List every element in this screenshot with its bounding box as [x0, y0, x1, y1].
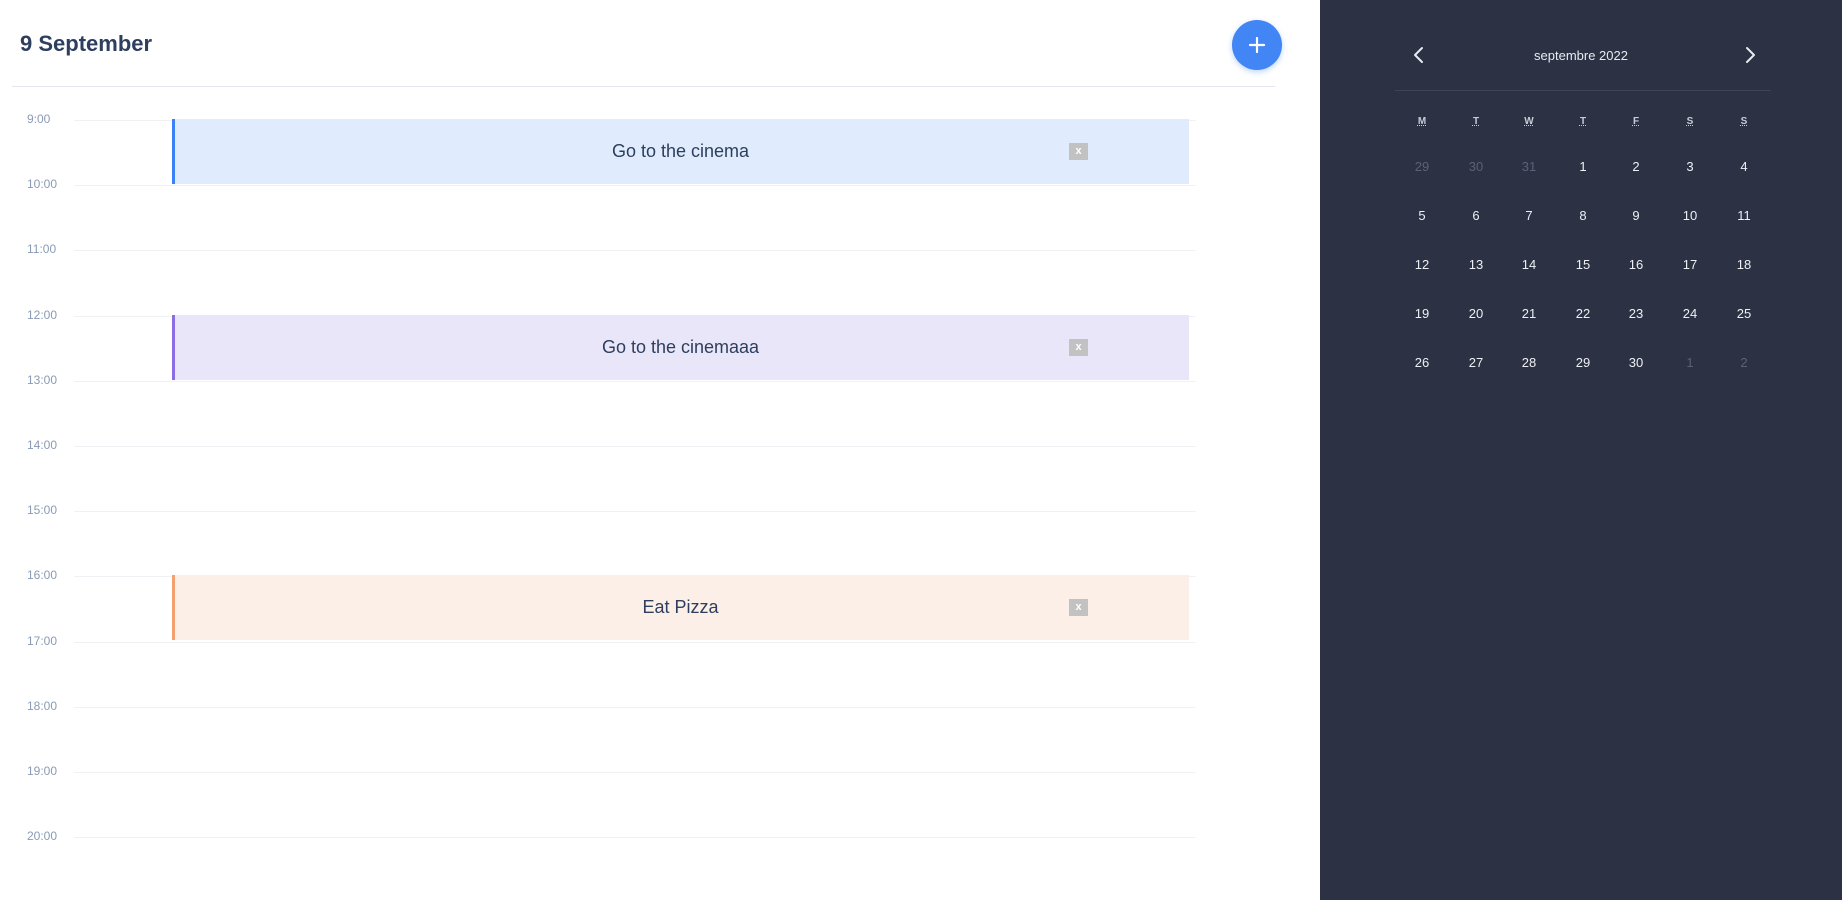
calendar-day[interactable]: 21: [1509, 299, 1549, 329]
calendar-day[interactable]: 28: [1509, 348, 1549, 378]
calendar-day-outside-month[interactable]: 2: [1724, 348, 1764, 378]
calendar-day[interactable]: 4: [1724, 152, 1764, 182]
delete-event-button[interactable]: x: [1069, 143, 1088, 160]
event-block[interactable]: Eat Pizza x: [172, 575, 1189, 641]
hour-gridline: [74, 250, 1196, 252]
hour-row: 10:00: [0, 177, 1200, 249]
day-title: 9 September: [20, 31, 153, 56]
calendar-day[interactable]: 5: [1402, 201, 1442, 231]
calendar-day[interactable]: 9: [1616, 201, 1656, 231]
calendar-day[interactable]: 22: [1563, 299, 1603, 329]
weekday-label: S: [1740, 116, 1748, 127]
hour-gridline: [74, 511, 1196, 513]
hour-label: 15:00: [27, 503, 58, 518]
calendar-day[interactable]: 3: [1670, 152, 1710, 182]
calendar-day[interactable]: 17: [1670, 250, 1710, 280]
hour-label: 14:00: [27, 438, 58, 452]
hour-row: 15:00: [0, 503, 1200, 575]
hour-row: 11:00: [0, 242, 1200, 314]
hour-row: 20:00: [0, 829, 1200, 900]
weekday-label: M: [1417, 116, 1427, 127]
calendar-day-outside-month[interactable]: 31: [1509, 152, 1549, 182]
calendar-day[interactable]: 30: [1616, 348, 1656, 378]
chevron-right-icon: [1746, 47, 1755, 63]
calendar-day[interactable]: 19: [1402, 299, 1442, 329]
hour-label: 18:00: [27, 698, 58, 713]
hour-gridline: [74, 706, 1196, 708]
hour-gridline: [74, 446, 1196, 447]
hour-label: 20:00: [27, 829, 58, 844]
calendar-day[interactable]: 10: [1670, 201, 1710, 231]
hour-row: 19:00: [0, 764, 1200, 836]
calendar-day[interactable]: 25: [1724, 299, 1764, 329]
calendar-day[interactable]: 7: [1509, 201, 1549, 231]
calendar-day[interactable]: 27: [1456, 348, 1496, 378]
calendar-day[interactable]: 15: [1563, 250, 1603, 280]
hour-label: 10:00: [27, 177, 58, 192]
day-view: 9 September 9:00 10:00 11:00 12:00 13:00 14:0…: [0, 0, 1320, 900]
hour-gridline: [74, 641, 1196, 643]
hour-row: 18:00: [0, 699, 1200, 771]
hour-label: 11:00: [27, 242, 57, 257]
hour-label: 12:00: [27, 307, 58, 322]
calendar-day[interactable]: 11: [1724, 201, 1764, 231]
weekday-label: W: [1524, 116, 1534, 127]
mini-calendar: septembre 2022 MTWTFSS 29 30 31 1 2 3 4 5 6 7 8 9 10…: [1320, 0, 1842, 900]
event-title: Eat Pizza: [642, 597, 719, 618]
calendar-day[interactable]: 8: [1563, 201, 1603, 231]
weekday-label: T: [1579, 116, 1587, 127]
weekday-label: F: [1632, 116, 1640, 127]
hour-gridline: [74, 772, 1196, 773]
event-block[interactable]: Go to the cinema x: [172, 119, 1189, 184]
delete-event-button[interactable]: x: [1069, 338, 1088, 356]
hour-row: 17:00: [0, 634, 1200, 706]
day-header: 9 September: [12, 0, 1275, 87]
calendar-app: 9 September 9:00 10:00 11:00 12:00 13:00 14:0…: [0, 0, 1842, 900]
event-title: Go to the cinema: [611, 141, 750, 161]
weekday-label: S: [1686, 116, 1694, 127]
calendar-day[interactable]: 6: [1456, 201, 1496, 231]
event-title: Go to the cinemaaa: [601, 336, 760, 357]
calendar-day[interactable]: 29: [1563, 348, 1603, 378]
calendar-day-outside-month[interactable]: 1: [1670, 348, 1710, 378]
calendar-day-outside-month[interactable]: 30: [1456, 152, 1496, 182]
calendar-day[interactable]: 20: [1456, 299, 1496, 329]
event-block[interactable]: Go to the cinemaaa x: [172, 314, 1189, 380]
calendar-day[interactable]: 26: [1402, 348, 1442, 378]
hour-label: 19:00: [27, 764, 58, 778]
calendar-day[interactable]: 2: [1616, 152, 1656, 182]
hour-label: 16:00: [27, 568, 58, 583]
calendar-day[interactable]: 12: [1402, 250, 1442, 280]
calendar-day-outside-month[interactable]: 29: [1402, 152, 1442, 182]
delete-event-button[interactable]: x: [1069, 599, 1088, 617]
month-label: septembre 2022: [1534, 48, 1628, 63]
calendar-day[interactable]: 24: [1670, 299, 1710, 329]
hour-row: 14:00: [0, 438, 1200, 510]
calendar-day[interactable]: 18: [1724, 250, 1764, 280]
hour-row: 13:00: [0, 373, 1200, 445]
calendar-divider: [1395, 90, 1771, 91]
hour-gridline: [74, 380, 1196, 382]
hour-label: 9:00: [27, 112, 51, 126]
hour-label: 17:00: [27, 633, 58, 648]
plus-icon: [1249, 37, 1265, 53]
weekday-label: T: [1472, 116, 1480, 127]
hour-gridline: [74, 185, 1196, 187]
calendar-day[interactable]: 1: [1563, 152, 1603, 182]
hour-label: 13:00: [27, 372, 58, 387]
calendar-day[interactable]: 16: [1616, 250, 1656, 280]
next-month-button[interactable]: [1739, 44, 1761, 66]
add-event-button[interactable]: [1232, 20, 1282, 70]
hour-gridline: [74, 837, 1196, 839]
calendar-day[interactable]: 13: [1456, 250, 1496, 280]
calendar-day[interactable]: 23: [1616, 299, 1656, 329]
calendar-day[interactable]: 14: [1509, 250, 1549, 280]
